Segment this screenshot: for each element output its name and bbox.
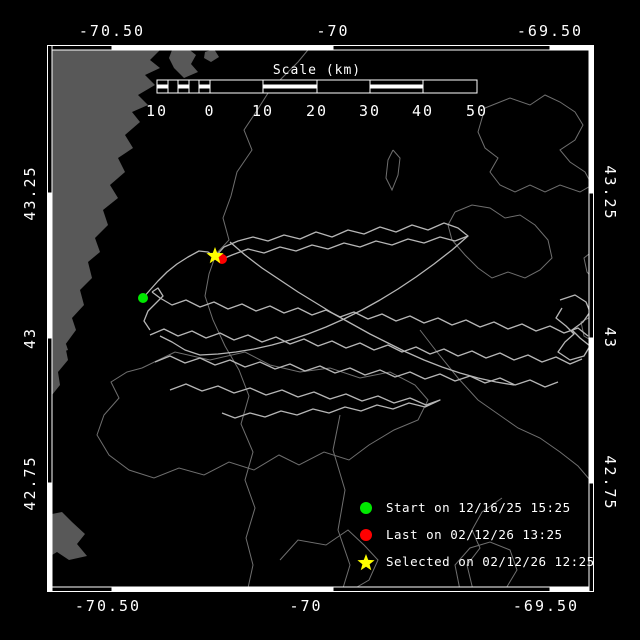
track-line [230, 242, 514, 385]
contour-line [386, 150, 400, 190]
axis-label-right: 43 [601, 327, 619, 349]
legend-label: Start on 12/16/25 15:25 [386, 500, 571, 515]
dot-icon [356, 525, 376, 545]
axis-label-top: -70.50 [79, 22, 145, 40]
contour-line [448, 205, 552, 278]
scale-bar-tick-label: 50 [466, 102, 488, 120]
contour-line [333, 415, 350, 588]
contour-line [420, 330, 594, 486]
dot-icon [356, 498, 376, 518]
legend-item: Selected on 02/12/26 12:25 [356, 548, 595, 575]
scale-bar-tick-label: 30 [359, 102, 381, 120]
axis-label-bottom: -70 [289, 597, 322, 615]
contour-line [478, 95, 592, 192]
axis-label-top: -70 [316, 22, 349, 40]
land-polygon [47, 512, 87, 560]
track-line [170, 384, 440, 418]
scale-bar-stripe [263, 85, 317, 89]
track-line [160, 236, 468, 355]
axis-label-left: 43 [21, 327, 39, 349]
legend-item: Last on 02/12/26 13:25 [356, 521, 595, 548]
scale-bar-cell [423, 80, 477, 93]
star-icon [356, 552, 376, 572]
scale-bar-tick-label: 10 [252, 102, 274, 120]
scale-bar-tick-label: 20 [306, 102, 328, 120]
scale-bar-stripe [178, 85, 189, 89]
scale-bar-cell [317, 80, 370, 93]
scale-bar-tick-label: 10 [146, 102, 168, 120]
tracking-map-page: -70.50 -70 -69.50 -70.50 -70 -69.50 43.25 43 42.… [0, 0, 640, 640]
land-polygon [204, 49, 219, 62]
axis-label-right: 42.75 [601, 455, 619, 510]
scale-bar-tick-label: 0 [204, 102, 215, 120]
legend-label: Selected on 02/12/26 12:25 [386, 554, 595, 569]
axis-label-bottom: -70.50 [75, 597, 141, 615]
scale-bar-title: Scale (km) [273, 63, 361, 78]
scale-bar-cell [168, 80, 178, 93]
track-line [556, 295, 590, 360]
axis-label-left: 43.25 [21, 165, 39, 220]
scale-bar-tick-label: 40 [412, 102, 434, 120]
scale-bar-cell [189, 80, 199, 93]
axis-label-right: 43.25 [601, 165, 619, 220]
track-line [215, 223, 468, 260]
scale-bar-stripe [157, 85, 168, 89]
land-polygon [169, 47, 198, 78]
axis-label-bottom: -69.50 [513, 597, 579, 615]
legend: Start on 12/16/25 15:25 Last on 02/12/26 … [356, 494, 595, 575]
axis-label-top: -69.50 [517, 22, 583, 40]
contour-line [205, 45, 312, 588]
start-marker[interactable] [138, 293, 148, 303]
axis-label-left: 42.75 [21, 455, 39, 510]
scale-bar-stripe [199, 85, 210, 89]
scale-bar-cell [210, 80, 263, 93]
legend-label: Last on 02/12/26 13:25 [386, 527, 563, 542]
scale-bar-stripe [370, 85, 423, 89]
legend-item: Start on 12/16/25 15:25 [356, 494, 595, 521]
